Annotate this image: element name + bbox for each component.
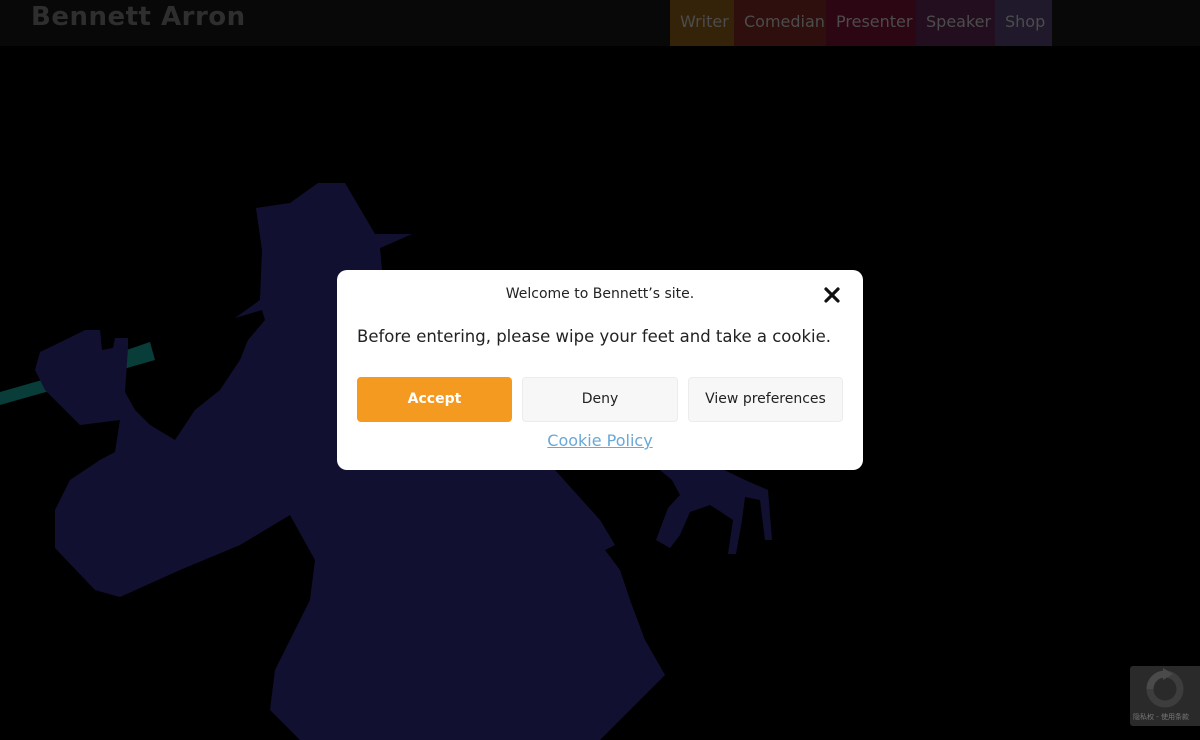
accept-button[interactable]: Accept [357,377,512,422]
cookie-policy-link[interactable]: Cookie Policy [337,431,863,450]
close-button[interactable] [821,284,843,306]
recaptcha-terms-link[interactable]: 隐私权 - 使用条款 [1133,712,1199,722]
page: Bennett Arron Writer Comedian Presenter … [0,0,1200,740]
close-icon [824,287,840,303]
recaptcha-icon [1146,668,1184,708]
cookie-consent-dialog: Welcome to Bennett’s site. Before enteri… [337,270,863,470]
recaptcha-badge[interactable]: 隐私权 - 使用条款 [1130,666,1200,726]
cookie-dialog-message: Before entering, please wipe your feet a… [357,327,832,346]
cookie-dialog-title: Welcome to Bennett’s site. [505,286,695,302]
view-preferences-button[interactable]: View preferences [688,377,843,422]
deny-button[interactable]: Deny [522,377,678,422]
